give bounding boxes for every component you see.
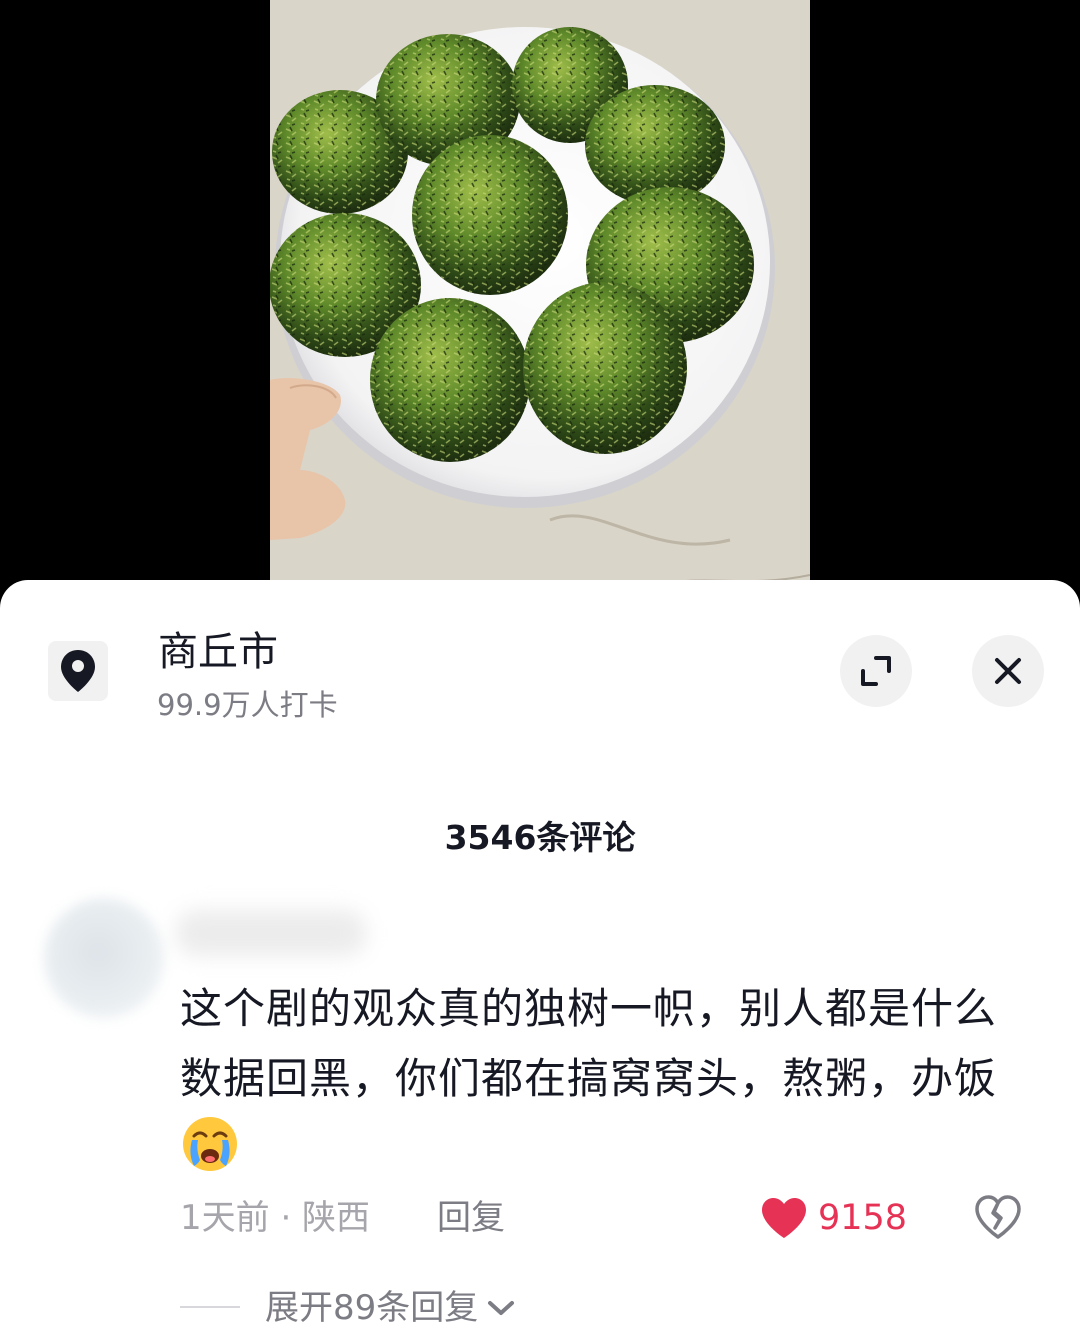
video-player[interactable] xyxy=(0,0,1080,600)
spinach-dish-illustration xyxy=(270,0,810,600)
location-name[interactable]: 商丘市 xyxy=(158,626,278,678)
comment-text: 这个剧的观众真的独树一帜，别人都是什么数据回黑，你们都在搞窝窝头，熬粥，办饭 xyxy=(180,984,998,1103)
crying-face-emoji xyxy=(183,1117,237,1171)
expand-icon xyxy=(861,656,891,686)
username-blurred[interactable] xyxy=(176,910,366,956)
expand-replies-button[interactable]: 展开89条回复 xyxy=(265,1284,516,1331)
location-pin-icon xyxy=(61,650,95,692)
comment-time-location: 1天前 · 陕西 xyxy=(180,1198,371,1238)
location-checkins: 99.9万人打卡 xyxy=(157,688,338,722)
avatar[interactable] xyxy=(44,898,164,1018)
broken-heart-icon xyxy=(975,1195,1021,1239)
expand-divider xyxy=(180,1306,240,1308)
like-count: 9158 xyxy=(818,1198,908,1238)
expand-replies-label: 展开89条回复 xyxy=(265,1288,479,1328)
close-icon xyxy=(995,658,1021,684)
comment-count-title: 3546条评论 xyxy=(444,818,636,857)
comments-sheet: 商丘市 99.9万人打卡 3546条评论 这个剧的观众真的独树一帜，别人都是什么… xyxy=(0,580,1080,1331)
dislike-button[interactable] xyxy=(974,1194,1022,1242)
close-button[interactable] xyxy=(972,635,1044,707)
heart-icon xyxy=(762,1198,806,1238)
chevron-down-icon xyxy=(488,1301,515,1315)
reply-button[interactable]: 回复 xyxy=(437,1194,505,1242)
expand-button[interactable] xyxy=(840,635,912,707)
comment-body[interactable]: 这个剧的观众真的独树一帜，别人都是什么数据回黑，你们都在搞窝窝头，熬粥，办饭 xyxy=(180,974,1030,1185)
video-frame-spinach-balls xyxy=(270,0,810,600)
like-button[interactable]: 9158 xyxy=(760,1194,907,1242)
location-button[interactable] xyxy=(48,641,108,701)
